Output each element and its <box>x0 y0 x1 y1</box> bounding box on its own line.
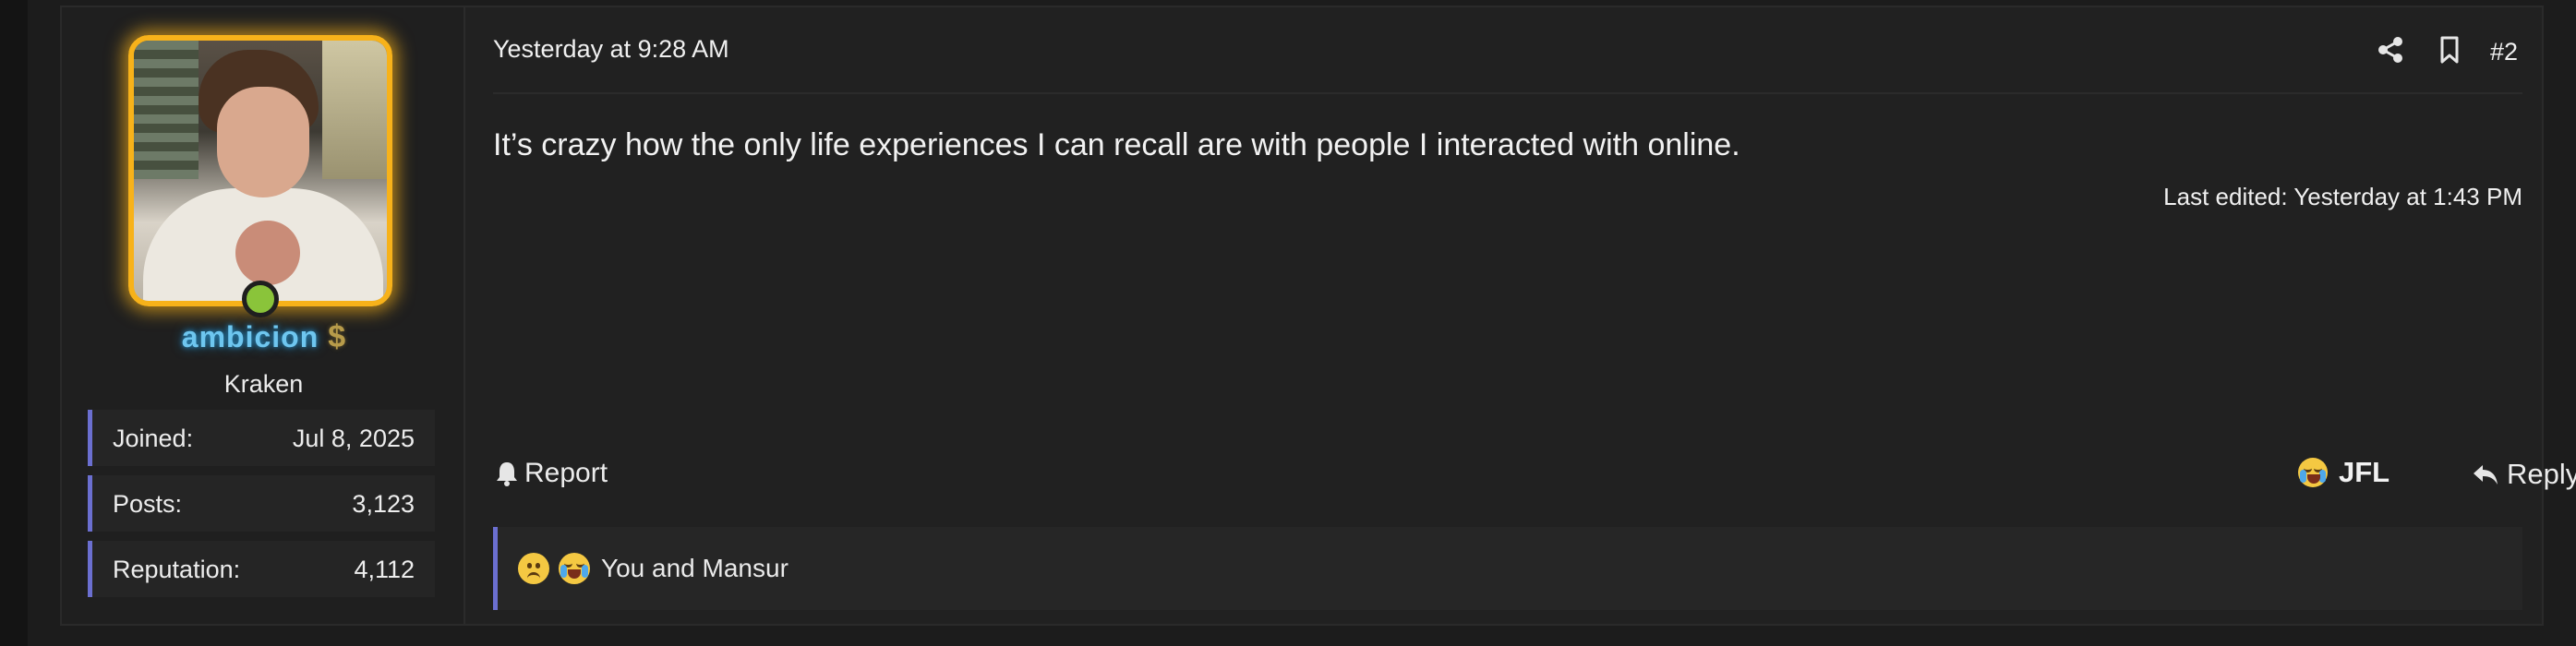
post-message: It’s crazy how the only life experiences… <box>493 127 1740 162</box>
bell-icon <box>497 462 517 486</box>
last-edited-note: Last edited: Yesterday at 1:43 PM <box>2163 183 2522 210</box>
report-label: Report <box>524 458 608 488</box>
stat-reputation: Reputation: 4,112 <box>88 541 435 597</box>
stat-joined: Joined: Jul 8, 2025 <box>88 410 435 466</box>
reply-button[interactable]: Reply <box>2472 458 2576 491</box>
post-header-actions: #2 <box>2339 30 2542 70</box>
page-edge <box>0 0 28 646</box>
reply-arrow-icon <box>2474 465 2498 484</box>
crying-laughing-face-icon <box>2298 458 2328 487</box>
share-icon[interactable] <box>2376 35 2405 65</box>
user-sidebar: ambicion $ Kraken Joined: Jul 8, 2025 Pos… <box>62 7 465 624</box>
username-row: ambicion $ <box>62 319 465 355</box>
reply-label: Reply <box>2507 458 2576 490</box>
reactions-summary[interactable]: You and Mansur <box>493 527 2522 610</box>
avatar[interactable] <box>128 35 392 306</box>
bookmark-icon[interactable] <box>2435 35 2464 65</box>
reactions-summary-text: You and Mansur <box>601 554 788 582</box>
stat-label: Posts: <box>113 490 183 518</box>
post-date-link[interactable]: Yesterday at 9:28 AM <box>493 35 729 64</box>
post-main: Yesterday at 9:28 AM #2 It’s crazy how t… <box>465 7 2576 624</box>
header-divider <box>493 92 2522 94</box>
forum-post: ambicion $ Kraken Joined: Jul 8, 2025 Pos… <box>60 6 2576 626</box>
report-button[interactable]: Report <box>495 458 608 489</box>
stat-value: 3,123 <box>352 490 415 518</box>
sad-face-icon <box>518 553 549 584</box>
jfl-reaction-button[interactable]: JFL <box>2298 456 2389 489</box>
reaction-label: JFL <box>2339 456 2390 488</box>
online-status-indicator <box>242 281 279 317</box>
dollar-sign-icon: $ <box>328 319 346 354</box>
stat-value: Jul 8, 2025 <box>292 425 415 452</box>
post-number-link[interactable]: #2 <box>2490 38 2518 66</box>
username-link[interactable]: ambicion <box>182 320 319 353</box>
stat-value: 4,112 <box>354 556 415 583</box>
user-title: Kraken <box>223 370 304 398</box>
stat-posts: Posts: 3,123 <box>88 475 435 532</box>
stat-label: Reputation: <box>113 556 241 583</box>
stat-label: Joined: <box>113 425 194 452</box>
crying-laughing-face-icon <box>559 553 590 584</box>
